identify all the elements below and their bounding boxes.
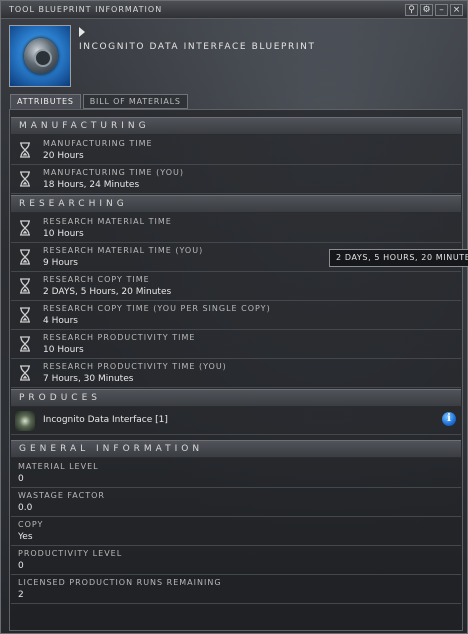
- attribute-value: 10 Hours: [43, 229, 84, 239]
- hourglass-icon: [20, 171, 30, 187]
- attribute-value: 20 Hours: [43, 151, 84, 161]
- list-item: PRODUCTIVITY LEVEL 0: [11, 546, 461, 575]
- section-manufacturing[interactable]: MANUFACTURING: [11, 117, 461, 135]
- attribute-label: RESEARCH PRODUCTIVITY TIME: [43, 333, 196, 342]
- attribute-value: 2: [18, 590, 24, 600]
- list-item: RESEARCH COPY TIME (YOU PER SINGLE COPY)…: [11, 301, 461, 330]
- list-item: MANUFACTURING TIME (YOU) 18 Hours, 24 Mi…: [11, 165, 461, 194]
- hourglass-icon: [20, 365, 30, 381]
- attribute-label: RESEARCH PRODUCTIVITY TIME (YOU): [43, 362, 227, 371]
- window-title: TOOL BLUEPRINT INFORMATION: [9, 5, 163, 14]
- attributes-panel: MANUFACTURING MANUFACTURING TIME 20 Hour…: [9, 109, 463, 631]
- attribute-value: 2 DAYS, 5 Hours, 20 Minutes: [43, 287, 172, 297]
- attribute-label: MANUFACTURING TIME: [43, 139, 153, 148]
- tab-bill-of-materials[interactable]: BILL OF MATERIALS: [82, 94, 188, 109]
- produced-item-name: Incognito Data Interface [1]: [43, 415, 168, 425]
- attribute-label: COPY: [18, 520, 44, 529]
- blueprint-info-window: TOOL BLUEPRINT INFORMATION ⚲ ⚙ – × INCOG…: [0, 0, 468, 634]
- attribute-value: 0: [18, 561, 24, 571]
- tooltip: 2 DAYS, 5 HOURS, 20 MINUTES: [329, 249, 468, 267]
- list-item: WASTAGE FACTOR 0.0: [11, 488, 461, 517]
- info-icon[interactable]: i: [442, 412, 456, 426]
- window-controls: ⚲ ⚙ – ×: [405, 4, 463, 16]
- tab-attributes[interactable]: ATTRIBUTES: [10, 94, 81, 109]
- minimize-button[interactable]: –: [435, 4, 448, 16]
- pin-button[interactable]: ⚲: [405, 4, 418, 16]
- attribute-label: WASTAGE FACTOR: [18, 491, 105, 500]
- attribute-label: MANUFACTURING TIME (YOU): [43, 168, 184, 177]
- item-header: INCOGNITO DATA INTERFACE BLUEPRINT: [9, 25, 459, 89]
- hourglass-icon: [20, 220, 30, 236]
- hourglass-icon: [20, 307, 30, 323]
- list-item: RESEARCH COPY TIME 2 DAYS, 5 Hours, 20 M…: [11, 272, 461, 301]
- tab-bar: ATTRIBUTES BILL OF MATERIALS: [10, 94, 188, 109]
- produced-item-row[interactable]: Incognito Data Interface [1] i: [11, 407, 461, 435]
- section-general-information[interactable]: GENERAL INFORMATION: [11, 440, 461, 458]
- list-item: MANUFACTURING TIME 20 Hours: [11, 136, 461, 165]
- list-item: RESEARCH PRODUCTIVITY TIME 10 Hours: [11, 330, 461, 359]
- title-bar[interactable]: TOOL BLUEPRINT INFORMATION ⚲ ⚙ – ×: [1, 1, 467, 19]
- section-produces[interactable]: PRODUCES: [11, 389, 461, 407]
- section-researching[interactable]: RESEARCHING: [11, 195, 461, 213]
- hourglass-icon: [20, 142, 30, 158]
- expand-arrow-icon[interactable]: [79, 27, 85, 37]
- hourglass-icon: [20, 278, 30, 294]
- list-item: RESEARCH MATERIAL TIME 10 Hours: [11, 214, 461, 243]
- attribute-value: 9 Hours: [43, 258, 78, 268]
- attribute-label: RESEARCH COPY TIME (YOU PER SINGLE COPY): [43, 304, 271, 313]
- options-button[interactable]: ⚙: [420, 4, 433, 16]
- hourglass-icon: [20, 336, 30, 352]
- hourglass-icon: [20, 249, 30, 265]
- produced-item-icon: [15, 411, 35, 431]
- list-item: RESEARCH PRODUCTIVITY TIME (YOU) 7 Hours…: [11, 359, 461, 388]
- attribute-value: Yes: [18, 532, 33, 542]
- attribute-value: 7 Hours, 30 Minutes: [43, 374, 134, 384]
- list-item: LICENSED PRODUCTION RUNS REMAINING 2: [11, 575, 461, 604]
- attribute-label: MATERIAL LEVEL: [18, 462, 99, 471]
- list-item: COPY Yes: [11, 517, 461, 546]
- attribute-value: 18 Hours, 24 Minutes: [43, 180, 140, 190]
- item-name: INCOGNITO DATA INTERFACE BLUEPRINT: [79, 42, 316, 52]
- close-button[interactable]: ×: [450, 4, 463, 16]
- attribute-label: RESEARCH MATERIAL TIME (YOU): [43, 246, 204, 255]
- attribute-label: PRODUCTIVITY LEVEL: [18, 549, 123, 558]
- attribute-label: LICENSED PRODUCTION RUNS REMAINING: [18, 578, 222, 587]
- attribute-value: 4 Hours: [43, 316, 78, 326]
- attribute-label: RESEARCH MATERIAL TIME: [43, 217, 172, 226]
- attribute-value: 0: [18, 474, 24, 484]
- attribute-value: 10 Hours: [43, 345, 84, 355]
- list-item: MATERIAL LEVEL 0: [11, 459, 461, 488]
- attribute-value: 0.0: [18, 503, 33, 513]
- attribute-label: RESEARCH COPY TIME: [43, 275, 150, 284]
- blueprint-icon: [9, 25, 71, 87]
